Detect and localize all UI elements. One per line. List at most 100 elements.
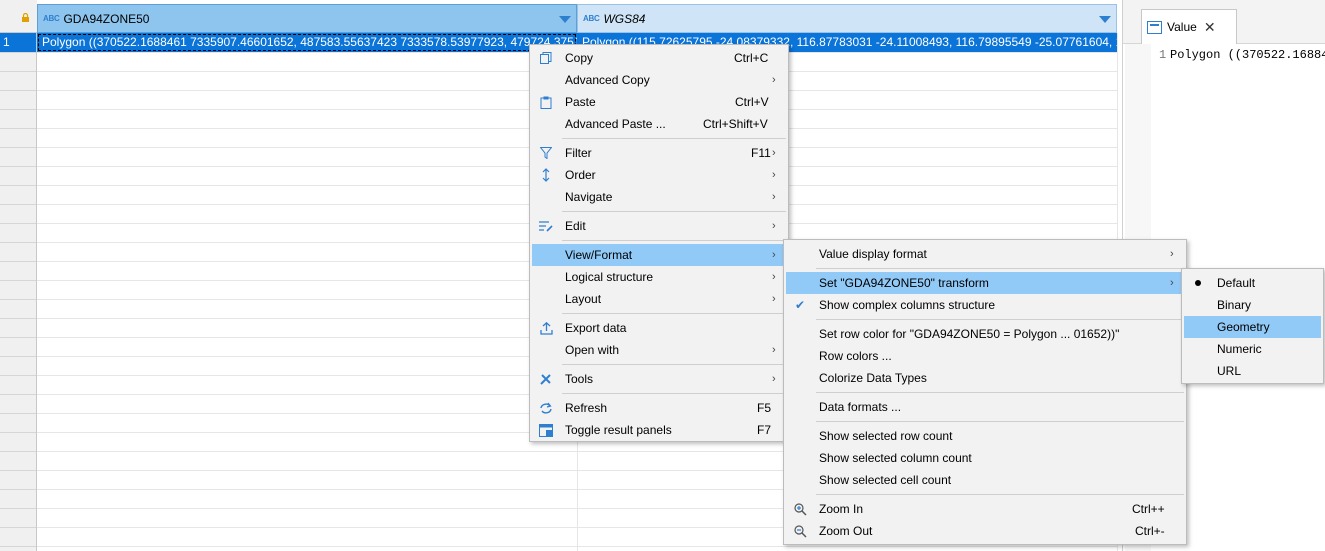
tab-value[interactable]: Value ✕ <box>1141 9 1237 44</box>
menu-item-label: Layout <box>565 292 602 306</box>
chevron-right-icon: › <box>772 220 776 232</box>
menu-item-shortcut: Ctrl+V <box>735 95 769 109</box>
menu-item-label: Open with <box>565 343 620 357</box>
menu-item-set-row-color[interactable]: Set row color for "GDA94ZONE50 = Polygon… <box>786 323 1184 345</box>
chevron-right-icon: › <box>772 191 776 203</box>
chevron-right-icon: › <box>772 169 776 181</box>
row-number-column <box>0 0 37 551</box>
menu-item-logical-structure[interactable]: Logical structure › <box>532 266 786 288</box>
menu-item-label: Show selected row count <box>819 429 953 443</box>
grid-cell-gda94zone50[interactable]: Polygon ((370522.1688461 7335907.4660165… <box>37 33 577 52</box>
menu-item-export-data[interactable]: Export data <box>532 317 786 339</box>
menu-item-shortcut: Ctrl++ <box>1132 502 1165 516</box>
edit-icon <box>532 215 560 237</box>
menu-item-label: Logical structure <box>565 270 654 284</box>
menu-item-label: Show selected cell count <box>819 473 952 487</box>
column-dropdown-icon[interactable] <box>559 16 571 23</box>
menu-item-url[interactable]: URL <box>1184 360 1321 382</box>
menu-item-default[interactable]: Default <box>1184 272 1321 294</box>
menu-item-label: Toggle result panels <box>565 423 672 437</box>
menu-item-shortcut: F11 <box>751 146 771 160</box>
menu-item-label: Zoom Out <box>819 524 873 538</box>
menu-item-show-selected-row-count[interactable]: Show selected row count <box>786 425 1184 447</box>
menu-item-show-selected-cell-count[interactable]: Show selected cell count <box>786 469 1184 491</box>
column-dropdown-icon[interactable] <box>1099 16 1111 23</box>
filter-icon <box>532 142 560 164</box>
menu-item-label: Edit <box>565 219 586 233</box>
radio-selected-icon <box>1184 272 1212 294</box>
chevron-right-icon: › <box>772 293 776 305</box>
zoom-out-icon <box>786 520 814 542</box>
menu-item-shortcut: Ctrl+C <box>734 51 769 65</box>
menu-item-value-display-format[interactable]: Value display format › <box>786 243 1184 265</box>
menu-item-row-colors[interactable]: Row colors ... <box>786 345 1184 367</box>
close-icon[interactable]: ✕ <box>1204 19 1216 36</box>
menu-item-label: Set "GDA94ZONE50" transform <box>819 276 989 290</box>
menu-item-copy[interactable]: Copy Ctrl+C <box>532 47 786 69</box>
value-panel-icon <box>1147 20 1162 34</box>
menu-item-order[interactable]: Order › <box>532 164 786 186</box>
menu-item-colorize-data-types[interactable]: Colorize Data Types <box>786 367 1184 389</box>
menu-item-label: Value display format <box>819 247 927 261</box>
menu-item-shortcut: F5 <box>757 401 772 415</box>
menu-item-layout[interactable]: Layout › <box>532 288 786 310</box>
export-icon <box>532 317 560 339</box>
column-header-wgs84[interactable]: ABC WGS84 <box>577 4 1117 33</box>
chevron-right-icon: › <box>1170 277 1174 289</box>
zoom-in-icon <box>786 498 814 520</box>
menu-item-label: Geometry <box>1217 320 1270 334</box>
menu-item-paste[interactable]: Paste Ctrl+V <box>532 91 786 113</box>
chevron-right-icon: › <box>772 271 776 283</box>
text-type-icon: ABC <box>583 14 600 23</box>
line-number: 1 <box>1159 48 1167 62</box>
chevron-right-icon: › <box>772 147 776 159</box>
menu-item-show-complex-columns[interactable]: ✔ Show complex columns structure <box>786 294 1184 316</box>
context-menu: Copy Ctrl+C Advanced Copy › Paste Ctrl+V… <box>529 44 789 442</box>
menu-item-view-format[interactable]: View/Format › <box>532 244 786 266</box>
menu-item-filter[interactable]: Filter F11 › <box>532 142 786 164</box>
menu-item-show-selected-column-count[interactable]: Show selected column count <box>786 447 1184 469</box>
value-text[interactable]: Polygon ((370522.1688461 <box>1170 48 1325 62</box>
menu-item-zoom-out[interactable]: Zoom Out Ctrl+- <box>786 520 1184 542</box>
menu-item-label: Zoom In <box>819 502 864 516</box>
column-header-gda94zone50[interactable]: ABC GDA94ZONE50 <box>37 4 577 33</box>
chevron-right-icon: › <box>772 74 776 86</box>
menu-item-label: Copy <box>565 51 594 65</box>
menu-item-advanced-copy[interactable]: Advanced Copy › <box>532 69 786 91</box>
menu-item-label: Default <box>1217 276 1256 290</box>
menu-item-advanced-paste[interactable]: Advanced Paste ... Ctrl+Shift+V <box>532 113 786 135</box>
menu-item-label: URL <box>1217 364 1242 378</box>
menu-item-label: Set row color for "GDA94ZONE50 = Polygon… <box>819 327 1120 341</box>
menu-item-edit[interactable]: Edit › <box>532 215 786 237</box>
menu-item-label: Show complex columns structure <box>819 298 996 312</box>
grid-corner[interactable] <box>0 0 37 33</box>
chevron-right-icon: › <box>772 249 776 261</box>
menu-item-shortcut: Ctrl+Shift+V <box>703 117 768 131</box>
menu-item-label: Filter <box>565 146 592 160</box>
menu-item-label: Advanced Paste ... <box>565 117 666 131</box>
menu-item-label: Advanced Copy <box>565 73 650 87</box>
menu-item-label: Colorize Data Types <box>819 371 927 385</box>
menu-item-open-with[interactable]: Open with › <box>532 339 786 361</box>
menu-item-tools[interactable]: Tools › <box>532 368 786 390</box>
value-panel-header: Value ✕ <box>1123 0 1325 44</box>
menu-item-label: Order <box>565 168 596 182</box>
transform-submenu: Default Binary Geometry Numeric URL <box>1181 268 1324 384</box>
menu-item-label: Show selected column count <box>819 451 972 465</box>
menu-item-binary[interactable]: Binary <box>1184 294 1321 316</box>
menu-item-label: Numeric <box>1217 342 1262 356</box>
menu-item-data-formats[interactable]: Data formats ... <box>786 396 1184 418</box>
panels-icon <box>532 419 560 441</box>
menu-item-navigate[interactable]: Navigate › <box>532 186 786 208</box>
menu-item-numeric[interactable]: Numeric <box>1184 338 1321 360</box>
menu-item-toggle-result-panels[interactable]: Toggle result panels F7 <box>532 419 786 441</box>
menu-item-label: Data formats ... <box>819 400 902 414</box>
row-header-1[interactable]: 1 <box>0 33 36 52</box>
column-name: WGS84 <box>603 11 646 26</box>
menu-item-label: View/Format <box>565 248 633 262</box>
menu-item-refresh[interactable]: Refresh F5 <box>532 397 786 419</box>
menu-item-set-transform[interactable]: Set "GDA94ZONE50" transform › <box>786 272 1184 294</box>
menu-item-geometry[interactable]: Geometry <box>1184 316 1321 338</box>
menu-item-zoom-in[interactable]: Zoom In Ctrl++ <box>786 498 1184 520</box>
refresh-icon <box>532 397 560 419</box>
